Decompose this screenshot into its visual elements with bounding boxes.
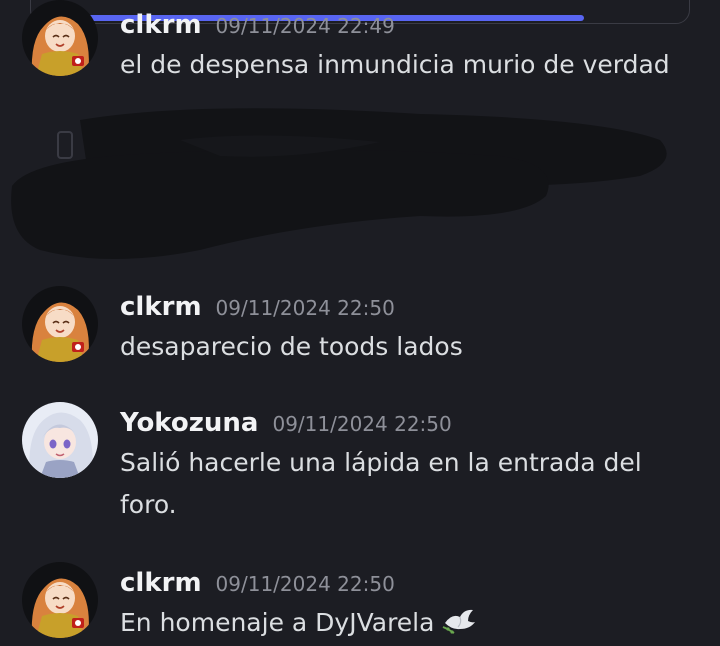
timestamp: 09/11/2024 22:50 — [215, 296, 395, 320]
message-header: clkrm 09/11/2024 22:50 — [120, 568, 395, 598]
message-text-content: En homenaje a DyJVarela — [120, 608, 435, 637]
message-text: Salió hacerle una lápida en la entrada d… — [120, 448, 642, 519]
message-header: clkrm 09/11/2024 22:49 — [120, 10, 395, 40]
username[interactable]: clkrm — [120, 568, 202, 598]
username[interactable]: clkrm — [120, 292, 202, 322]
redacted-content — [0, 100, 720, 270]
username[interactable]: Yokozuna — [120, 408, 258, 438]
message-text: desaparecio de toods lados — [120, 332, 463, 361]
message-text: En homenaje a DyJVarela — [120, 602, 680, 646]
timestamp: 09/11/2024 22:50 — [215, 572, 395, 596]
message-text: el de despensa inmundicia murio de verda… — [120, 50, 670, 79]
timestamp: 09/11/2024 22:50 — [272, 412, 452, 436]
message-header: clkrm 09/11/2024 22:50 — [120, 292, 395, 322]
message-header: Yokozuna 09/11/2024 22:50 — [120, 408, 452, 438]
username[interactable]: clkrm — [120, 10, 202, 40]
dove-icon — [442, 606, 476, 646]
timestamp: 09/11/2024 22:49 — [215, 14, 395, 38]
anime-girl-avatar-icon[interactable] — [22, 0, 98, 76]
anime-girl-avatar-icon[interactable] — [22, 562, 98, 638]
white-hair-girl-avatar-icon[interactable] — [22, 402, 98, 478]
chat-screen: clkrm 09/11/2024 22:49 el de despensa inm… — [0, 0, 720, 646]
anime-girl-avatar-icon[interactable] — [22, 286, 98, 362]
